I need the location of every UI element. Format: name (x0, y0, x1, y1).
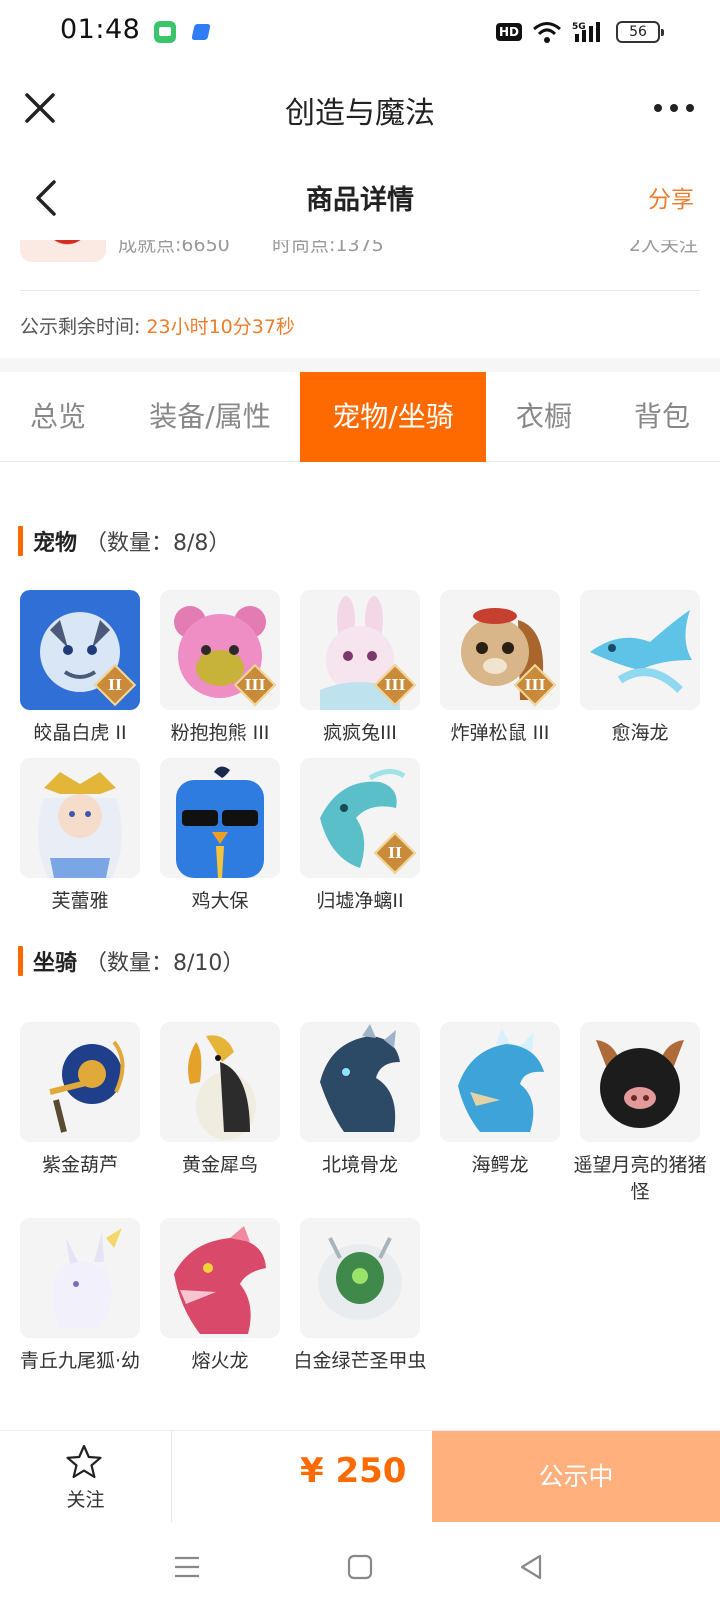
pet-name: 粉抱抱熊 III (170, 722, 270, 744)
status-time: 01:48 (60, 14, 141, 45)
mount-item[interactable]: 北境骨龙 (300, 1022, 420, 1179)
countdown-time: 23小时10分37秒 (146, 316, 295, 338)
mount-name: 海鳄龙 (471, 1154, 529, 1176)
divider (20, 290, 700, 291)
pet-name: 皎晶白虎 II (33, 722, 127, 744)
menu-icon[interactable] (170, 1552, 204, 1582)
pet-item[interactable]: III 粉抱抱熊 III (160, 590, 280, 747)
mount-item[interactable]: 遥望月亮的猪猪怪 (573, 1022, 707, 1206)
mount-thumbnail (440, 1022, 560, 1142)
tab-bar: 总览 装备/属性 宠物/坐骑 衣橱 背包 (0, 372, 720, 462)
countdown-label: 公示剩余时间: (20, 316, 141, 338)
countdown: 公示剩余时间: 23小时10分37秒 (20, 312, 295, 339)
mount-name: 遥望月亮的猪猪怪 (573, 1154, 707, 1203)
pet-item[interactable]: 芙蕾雅 (20, 758, 140, 915)
pet-thumbnail: III (160, 590, 280, 710)
share-button[interactable]: 分享 (648, 180, 694, 214)
mount-thumbnail (160, 1022, 280, 1142)
mount-item[interactable]: 紫金葫芦 (20, 1022, 140, 1179)
tab-overview[interactable]: 总览 (0, 372, 116, 462)
mount-name: 北境骨龙 (321, 1154, 398, 1176)
app-title: 创造与魔法 (285, 96, 435, 131)
mounts-count: （数量：8/10） (85, 951, 245, 976)
system-nav-bar (0, 1522, 720, 1612)
mount-thumbnail (300, 1218, 420, 1338)
mount-item[interactable]: 熔火龙 (160, 1218, 280, 1375)
mount-thumbnail (160, 1218, 280, 1338)
home-icon[interactable] (343, 1552, 377, 1582)
pet-item[interactable]: II 皎晶白虎 II (20, 590, 140, 747)
page-title: 商品详情 (306, 185, 414, 216)
pet-thumbnail: II (300, 758, 420, 878)
pet-thumbnail (580, 590, 700, 710)
mount-name: 青丘九尾狐·幼 (19, 1350, 141, 1372)
bottom-action-bar: 关注 ¥ 250 公示中 (0, 1430, 720, 1523)
mount-thumbnail (580, 1022, 700, 1142)
page-header: 商品详情 分享 (0, 160, 720, 240)
hd-badge: HD (495, 23, 522, 41)
mount-item[interactable]: 黄金犀鸟 (160, 1022, 280, 1179)
pets-section-header: 宠物 （数量：8/8） (18, 525, 230, 557)
pet-name: 归墟净螭II (316, 890, 404, 912)
section-marker (18, 526, 23, 556)
pet-thumbnail: II (20, 590, 140, 710)
mount-thumbnail (20, 1022, 140, 1142)
mount-name: 紫金葫芦 (41, 1154, 118, 1176)
mount-item[interactable]: 青丘九尾狐·幼 (20, 1218, 140, 1375)
follow-label: 关注 (66, 1489, 105, 1511)
tab-wardrobe[interactable]: 衣橱 (494, 372, 594, 462)
more-options-icon[interactable] (654, 90, 694, 126)
pets-count: （数量：8/8） (85, 531, 231, 556)
back-nav-icon[interactable] (514, 1552, 548, 1582)
status-bar: 01:48 HD 5G 56 (0, 0, 720, 64)
tab-backpack[interactable]: 背包 (612, 372, 712, 462)
mount-name: 熔火龙 (191, 1350, 249, 1372)
mount-item[interactable]: 白金绿芒圣甲虫 (293, 1218, 427, 1375)
pet-item[interactable]: III 炸弹松鼠 III (440, 590, 560, 747)
mount-name: 白金绿芒圣甲虫 (293, 1350, 427, 1372)
pets-section-title: 宠物 (33, 531, 78, 556)
star-icon (64, 1443, 104, 1481)
mount-name: 黄金犀鸟 (181, 1154, 258, 1176)
pet-thumbnail (20, 758, 140, 878)
app-notification-icon (190, 21, 212, 43)
tab-equipment[interactable]: 装备/属性 (130, 372, 290, 462)
pet-name: 疯疯兔III (323, 722, 397, 744)
pet-thumbnail: III (300, 590, 420, 710)
mounts-section-title: 坐骑 (33, 951, 78, 976)
pet-name: 鸡大保 (191, 890, 249, 912)
pet-name: 愈海龙 (611, 722, 669, 744)
tab-pets-mounts[interactable]: 宠物/坐骑 (300, 372, 486, 462)
mount-thumbnail (20, 1218, 140, 1338)
app-bar: 创造与魔法 (0, 70, 720, 150)
mount-thumbnail (300, 1022, 420, 1142)
pet-item[interactable]: III 疯疯兔III (300, 590, 420, 747)
follow-button[interactable]: 关注 (0, 1431, 172, 1523)
pet-name: 芙蕾雅 (51, 890, 109, 912)
battery-indicator: 56 (616, 21, 664, 43)
signal-icon: 5G (572, 20, 606, 44)
pet-item[interactable]: II 归墟净螭II (300, 758, 420, 915)
mount-item[interactable]: 海鳄龙 (440, 1022, 560, 1179)
pet-thumbnail: III (440, 590, 560, 710)
wifi-icon (532, 20, 562, 44)
messages-app-icon (154, 21, 176, 43)
section-marker (18, 946, 23, 976)
pet-name: 炸弹松鼠 III (450, 722, 550, 744)
pet-item[interactable]: 愈海龙 (580, 590, 700, 747)
price: ¥ 250 (300, 1451, 407, 1491)
mounts-section-header: 坐骑 （数量：8/10） (18, 945, 244, 977)
pet-item[interactable]: 鸡大保 (160, 758, 280, 915)
public-status-button[interactable]: 公示中 (432, 1431, 720, 1523)
pet-thumbnail (160, 758, 280, 878)
section-separator (0, 358, 720, 372)
